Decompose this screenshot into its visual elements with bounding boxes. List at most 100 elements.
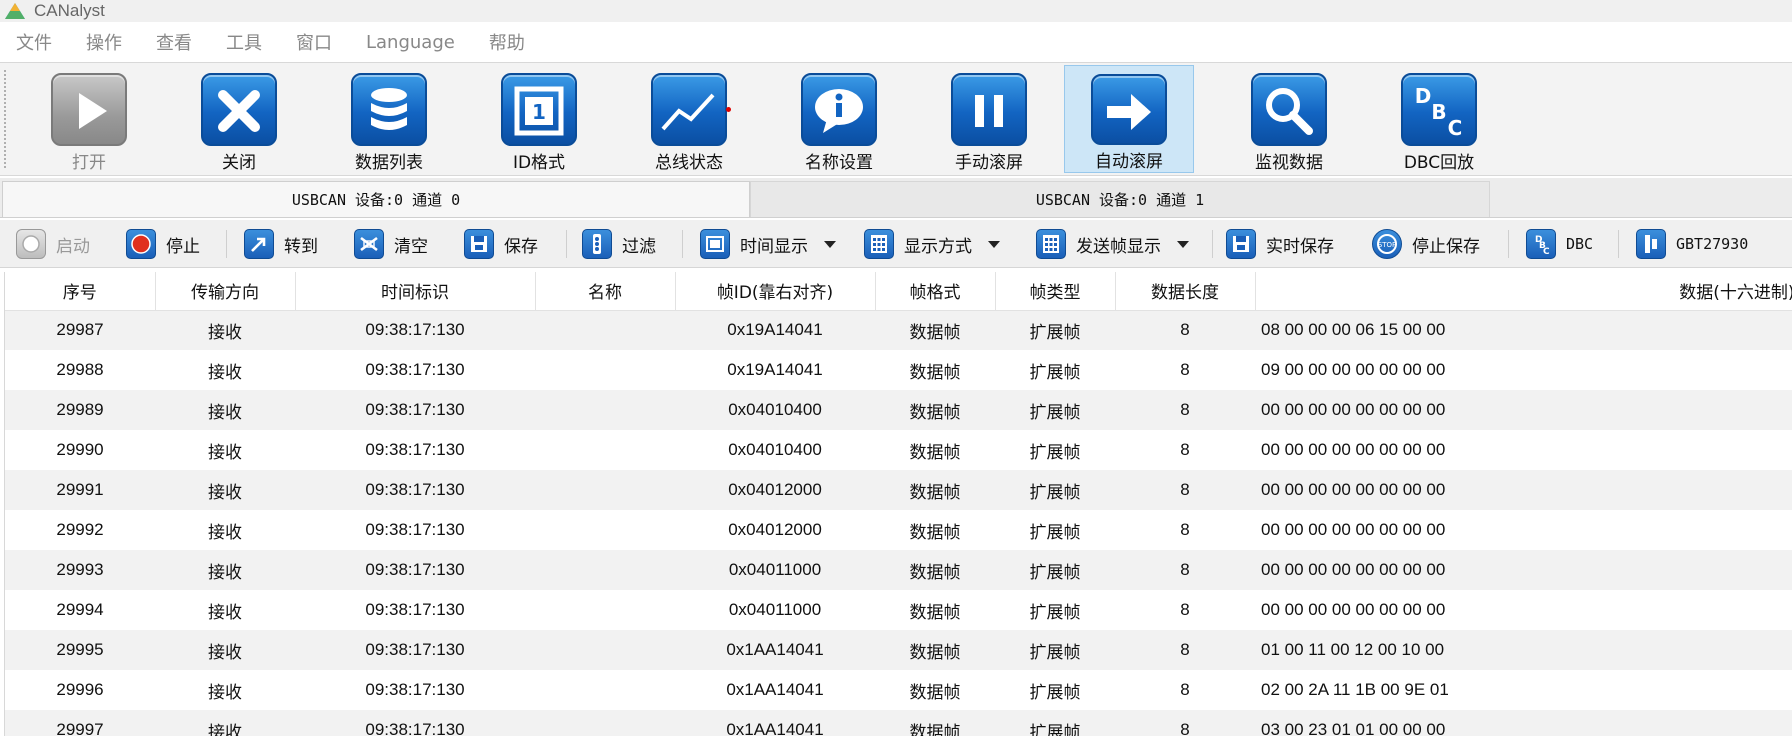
title-bar: CANalyst (0, 0, 1792, 22)
cell-frame-type: 扩展帧 (995, 630, 1115, 670)
menu-window[interactable]: 窗口 (296, 29, 332, 55)
open-button[interactable]: 打开 (24, 65, 154, 173)
table-row[interactable]: 29990 接收 09:38:17:130 0x04010400 数据帧 扩展帧 8 00 0… (5, 430, 1792, 470)
col-frame-format[interactable]: 帧格式 (875, 272, 996, 311)
goto-button[interactable]: 转到 (244, 228, 318, 260)
table-row[interactable]: 29995 接收 09:38:17:130 0x1AA14041 数据帧 扩展帧 8 01 0… (5, 630, 1792, 670)
svg-text:1: 1 (532, 100, 546, 124)
stop-save-icon: STOP (1372, 229, 1402, 259)
info-bubble-icon (801, 73, 877, 146)
col-timestamp[interactable]: 时间标识 (295, 272, 536, 311)
bus-status-button[interactable]: 总线状态 (624, 65, 754, 173)
manual-scroll-button[interactable]: 手动滚屏 (924, 65, 1054, 173)
auto-scroll-button[interactable]: 自动滚屏 (1064, 65, 1194, 173)
stop-save-button[interactable]: STOP 停止保存 (1372, 228, 1480, 260)
cell-frame-id: 0x1AA14041 (675, 670, 875, 710)
table-row[interactable]: 29996 接收 09:38:17:130 0x1AA14041 数据帧 扩展帧 8 02 0… (5, 670, 1792, 710)
dbc-button[interactable]: DBC DBC (1526, 228, 1593, 260)
cell-index: 29997 (5, 710, 155, 736)
table-row[interactable]: 29994 接收 09:38:17:130 0x04011000 数据帧 扩展帧 8 00 0… (5, 590, 1792, 630)
cell-frame-type: 扩展帧 (995, 590, 1115, 630)
dbc-replay-label: DBC回放 (1403, 153, 1475, 173)
cell-frame-type: 扩展帧 (995, 350, 1115, 390)
svg-text:D: D (1415, 84, 1432, 108)
monitor-data-button[interactable]: 监视数据 (1224, 65, 1354, 173)
cell-timestamp: 09:38:17:130 (295, 550, 535, 590)
display-mode-dropdown[interactable]: 显示方式 (864, 228, 1000, 260)
cell-direction: 接收 (155, 390, 295, 430)
save-button[interactable]: 保存 (464, 228, 538, 260)
cell-data-length: 8 (1115, 550, 1255, 590)
toolbar-grip[interactable] (3, 69, 7, 169)
cell-frame-type: 扩展帧 (995, 430, 1115, 470)
cell-name (535, 670, 675, 710)
can-frame-table: 序号 传输方向 时间标识 名称 帧ID(靠右对齐) 帧格式 帧类型 数据长度 数… (4, 272, 1792, 736)
database-icon (351, 73, 427, 146)
cell-timestamp: 09:38:17:130 (295, 590, 535, 630)
menu-language[interactable]: Language (366, 32, 455, 53)
cell-direction: 接收 (155, 470, 295, 510)
display-mode-icon (864, 229, 894, 259)
realtime-save-button[interactable]: 实时保存 (1226, 228, 1334, 260)
name-settings-button[interactable]: 名称设置 (774, 65, 904, 173)
svg-text:STOP: STOP (1378, 241, 1396, 249)
tab-channel-1[interactable]: USBCAN 设备:0 通道 1 (750, 181, 1490, 217)
menu-operate[interactable]: 操作 (86, 29, 122, 55)
menu-file[interactable]: 文件 (16, 29, 52, 55)
manual-scroll-label: 手动滚屏 (955, 153, 1023, 173)
cell-data-length: 8 (1115, 510, 1255, 550)
cell-timestamp: 09:38:17:130 (295, 470, 535, 510)
monitor-data-label: 监视数据 (1255, 153, 1323, 173)
cell-frame-format: 数据帧 (875, 510, 995, 550)
table-header: 序号 传输方向 时间标识 名称 帧ID(靠右对齐) 帧格式 帧类型 数据长度 数… (5, 272, 1792, 311)
time-display-dropdown[interactable]: 时间显示 (700, 228, 836, 260)
dbc-icon: D B C (1401, 73, 1477, 146)
table-row[interactable]: 29991 接收 09:38:17:130 0x04012000 数据帧 扩展帧 8 00 0… (5, 470, 1792, 510)
table-row[interactable]: 29993 接收 09:38:17:130 0x04011000 数据帧 扩展帧 8 00 0… (5, 550, 1792, 590)
app-title: CANalyst (34, 1, 105, 20)
cell-data-hex: 00 00 00 00 00 00 00 00 (1255, 430, 1792, 470)
cell-frame-type: 扩展帧 (995, 550, 1115, 590)
cell-index: 29987 (5, 310, 155, 350)
data-list-button[interactable]: 数据列表 (324, 65, 454, 173)
send-frame-display-dropdown[interactable]: 发送帧显示 (1036, 228, 1189, 260)
goto-icon (244, 229, 274, 259)
cell-frame-format: 数据帧 (875, 470, 995, 510)
table-row[interactable]: 29989 接收 09:38:17:130 0x04010400 数据帧 扩展帧 8 00 0… (5, 390, 1792, 430)
cell-data-hex: 00 00 00 00 00 00 00 00 (1255, 470, 1792, 510)
chevron-down-icon[interactable] (824, 240, 836, 248)
id-format-button[interactable]: 1 ID格式 (474, 65, 604, 173)
tab-channel-0[interactable]: USBCAN 设备:0 通道 0 (2, 181, 750, 217)
menu-tools[interactable]: 工具 (226, 29, 262, 55)
col-data-length[interactable]: 数据长度 (1115, 272, 1256, 311)
close-button[interactable]: 关闭 (174, 65, 304, 173)
menu-view[interactable]: 查看 (156, 29, 192, 55)
save-icon (464, 229, 494, 259)
gbt-icon (1636, 229, 1666, 259)
col-frame-id[interactable]: 帧ID(靠右对齐) (675, 272, 876, 311)
dbc-replay-button[interactable]: D B C DBC回放 (1374, 65, 1504, 173)
table-row[interactable]: 29997 接收 09:38:17:130 0x1AA14041 数据帧 扩展帧 8 03 0… (5, 710, 1792, 736)
send-frame-label: 发送帧显示 (1076, 236, 1161, 257)
cell-direction: 接收 (155, 310, 295, 350)
table-row[interactable]: 29987 接收 09:38:17:130 0x19A14041 数据帧 扩展帧 8 08 0… (5, 310, 1792, 350)
table-row[interactable]: 29992 接收 09:38:17:130 0x04012000 数据帧 扩展帧 8 00 0… (5, 510, 1792, 550)
display-mode-label: 显示方式 (904, 236, 972, 257)
stop-button[interactable]: 停止 (126, 228, 200, 260)
col-index[interactable]: 序号 (5, 272, 156, 311)
col-data-hex[interactable]: 数据(十六进制) (1255, 272, 1792, 311)
col-frame-type[interactable]: 帧类型 (995, 272, 1116, 311)
chevron-down-icon[interactable] (988, 240, 1000, 248)
gbt27930-button[interactable]: GBT27930 (1636, 228, 1748, 260)
start-button[interactable]: 启动 (16, 228, 90, 260)
cell-frame-format: 数据帧 (875, 350, 995, 390)
menu-help[interactable]: 帮助 (489, 29, 525, 55)
cell-timestamp: 09:38:17:130 (295, 670, 535, 710)
cell-frame-format: 数据帧 (875, 670, 995, 710)
col-name[interactable]: 名称 (535, 272, 676, 311)
col-direction[interactable]: 传输方向 (155, 272, 296, 311)
table-row[interactable]: 29988 接收 09:38:17:130 0x19A14041 数据帧 扩展帧 8 09 0… (5, 350, 1792, 390)
filter-button[interactable]: 过滤 (582, 228, 656, 260)
chevron-down-icon[interactable] (1177, 240, 1189, 248)
clear-button[interactable]: 清空 (354, 228, 428, 260)
